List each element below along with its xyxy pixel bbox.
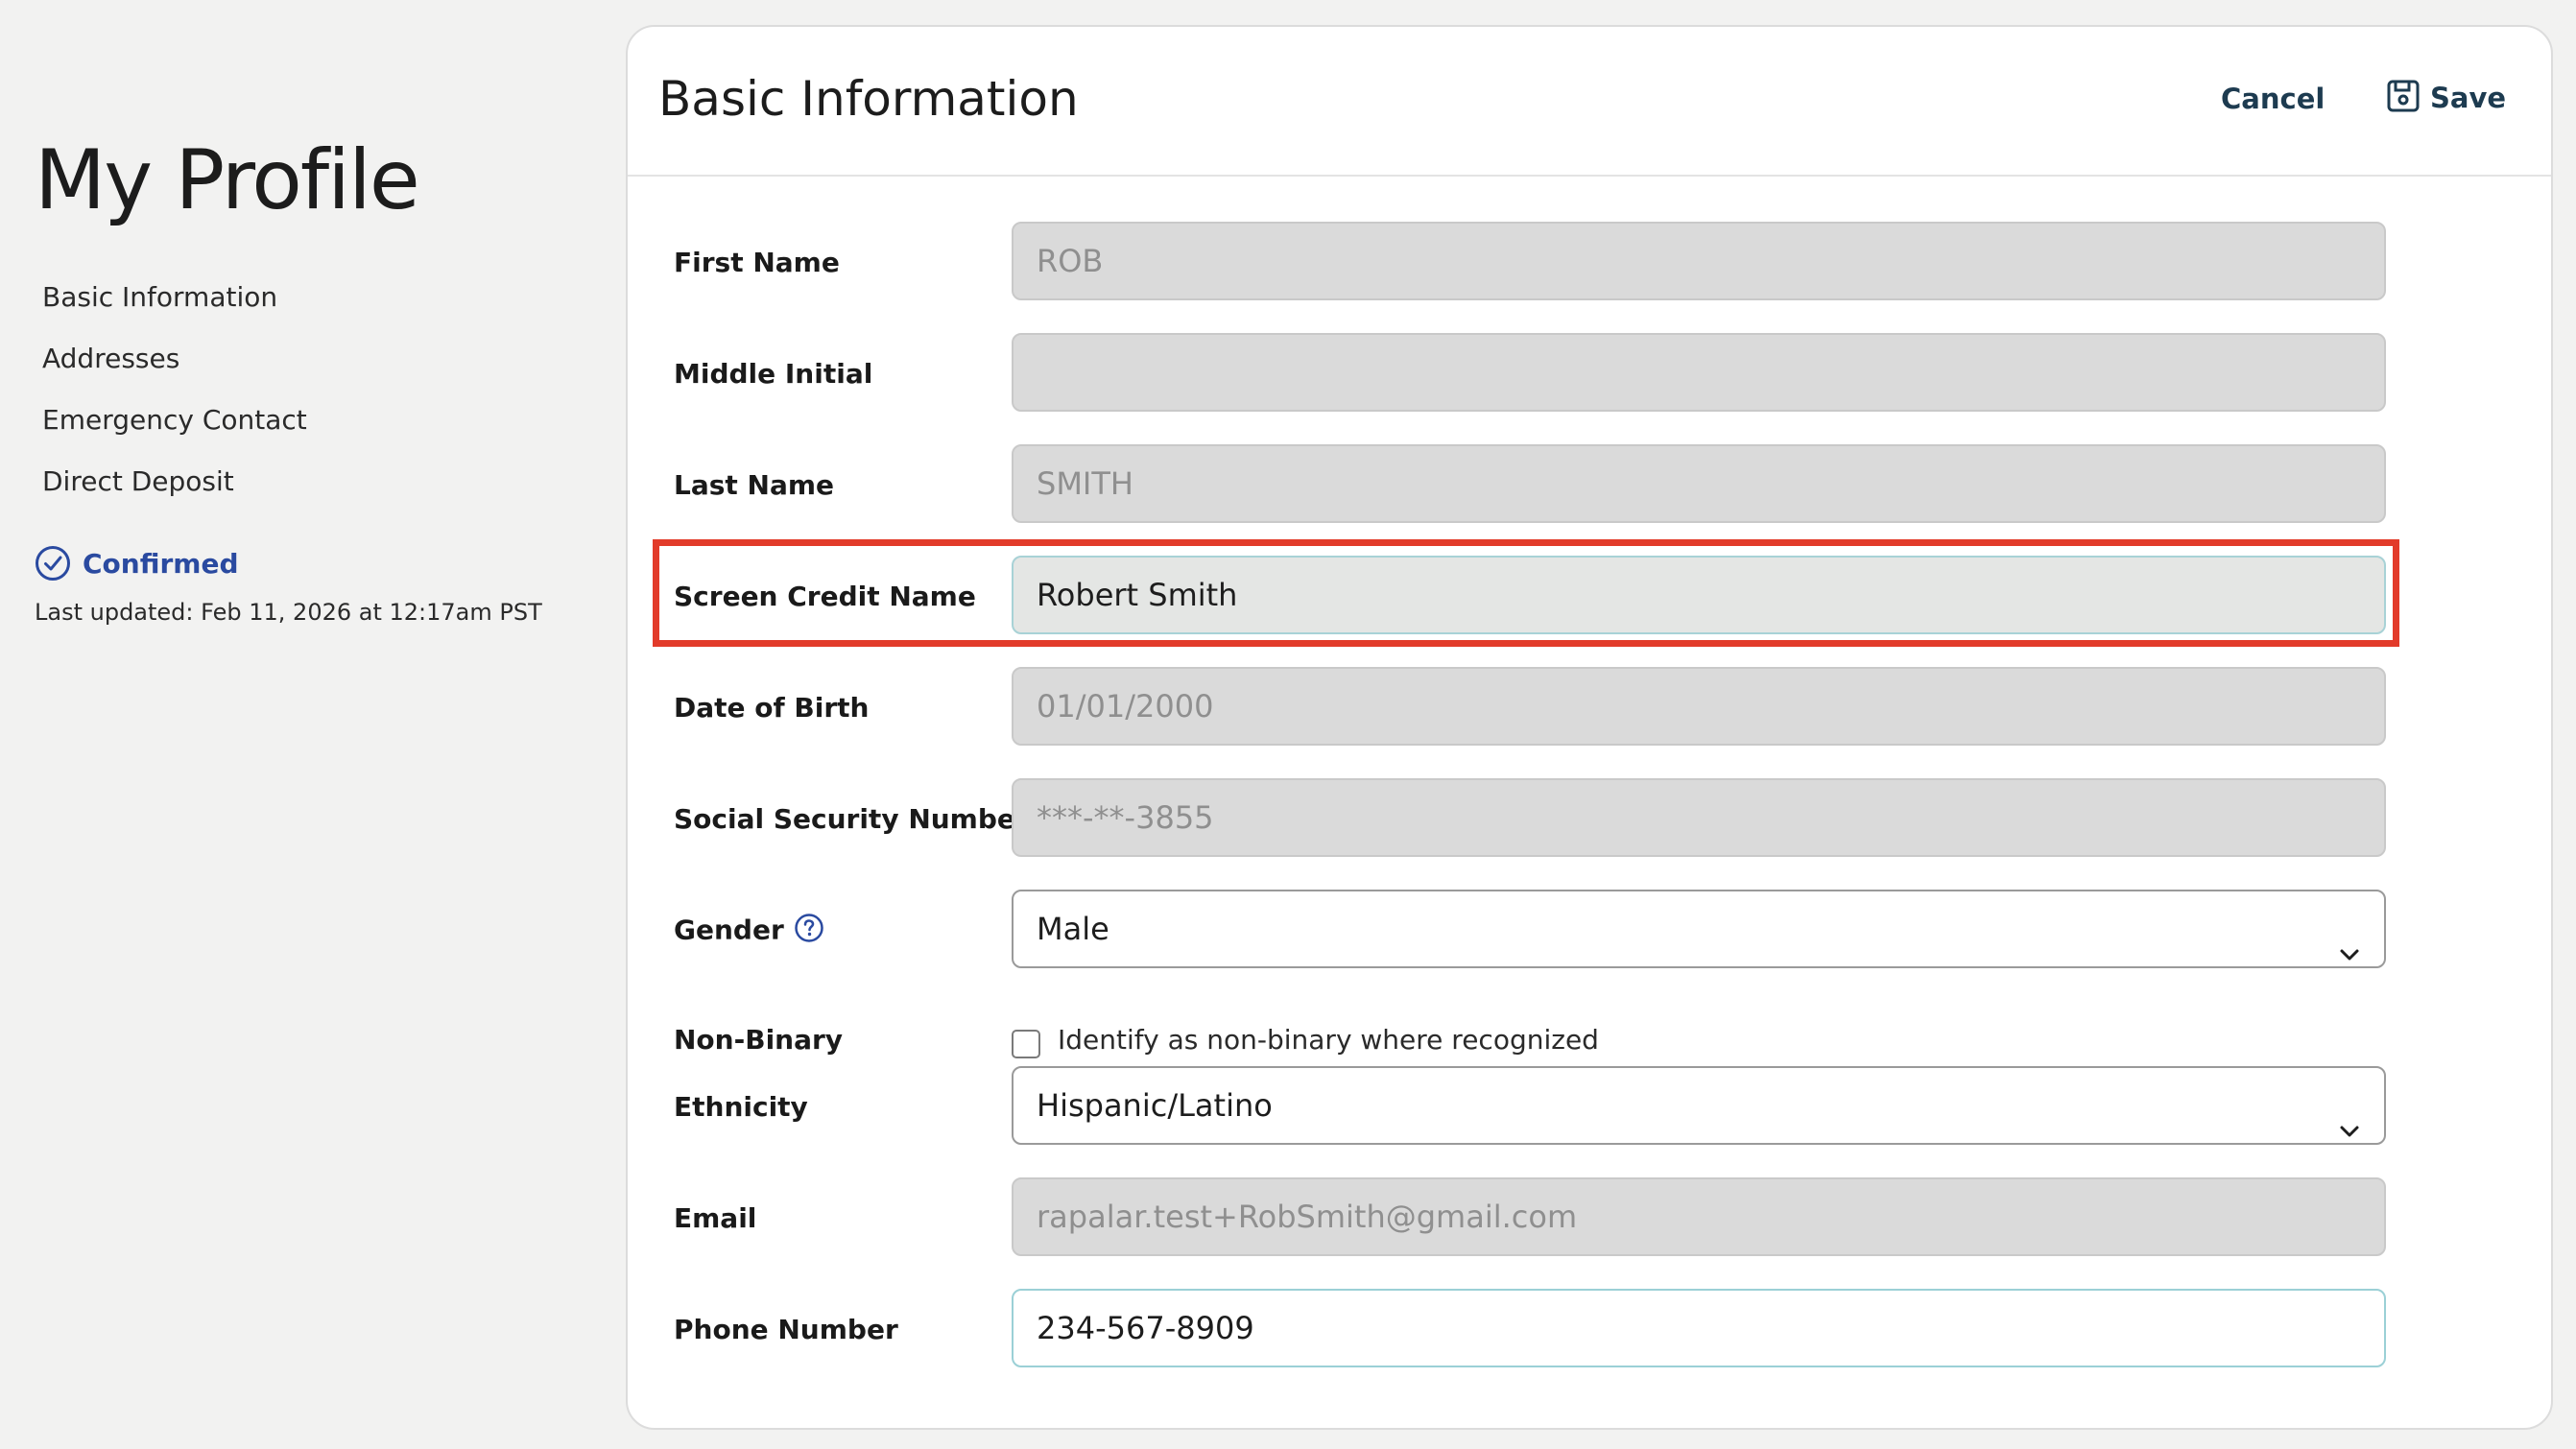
ssn-field: ***-**-3855 xyxy=(1012,778,2386,857)
last-name-field: SMITH xyxy=(1012,444,2386,523)
email-field: rapalar.test+RobSmith@gmail.com xyxy=(1012,1177,2386,1256)
screen-credit-name-input[interactable]: Robert Smith xyxy=(1012,556,2386,634)
date-of-birth-field: 01/01/2000 xyxy=(1012,667,2386,746)
non-binary-checkbox[interactable] xyxy=(1012,1030,1040,1058)
gender-selected-value: Male xyxy=(1037,911,1109,947)
date-of-birth-label: Date of Birth xyxy=(674,692,870,724)
card-title: Basic Information xyxy=(658,71,1079,127)
phone-number-input[interactable]: 234-567-8909 xyxy=(1012,1289,2386,1367)
nav-item-addresses[interactable]: Addresses xyxy=(42,328,307,390)
screen-credit-name-label: Screen Credit Name xyxy=(674,581,976,612)
nav-item-direct-deposit[interactable]: Direct Deposit xyxy=(42,451,307,512)
ethnicity-label: Ethnicity xyxy=(674,1091,808,1123)
page-title: My Profile xyxy=(35,132,420,228)
basic-information-card: Basic Information Cancel Save First Name… xyxy=(626,25,2553,1430)
gender-select[interactable]: Male xyxy=(1012,890,2386,968)
email-label: Email xyxy=(674,1202,757,1234)
chevron-down-icon xyxy=(2338,918,2361,993)
middle-initial-label: Middle Initial xyxy=(674,358,873,390)
non-binary-checkbox-label[interactable]: Identify as non-binary where recognized xyxy=(1058,1024,1599,1056)
check-circle-icon xyxy=(35,545,71,582)
ssn-label: Social Security Number xyxy=(674,803,1029,835)
sidebar-nav: Basic Information Addresses Emergency Co… xyxy=(42,267,307,512)
last-name-label: Last Name xyxy=(674,469,835,501)
nav-item-basic-information[interactable]: Basic Information xyxy=(42,267,307,328)
phone-number-label: Phone Number xyxy=(674,1314,898,1345)
confirmed-status: Confirmed xyxy=(35,545,239,582)
save-label: Save xyxy=(2430,81,2507,114)
nav-item-emergency-contact[interactable]: Emergency Contact xyxy=(42,390,307,451)
question-circle-icon[interactable] xyxy=(794,913,824,950)
gender-label-group: Gender xyxy=(674,913,824,950)
chevron-down-icon xyxy=(2338,1095,2361,1170)
ethnicity-select[interactable]: Hispanic/Latino xyxy=(1012,1066,2386,1145)
first-name-field: ROB xyxy=(1012,222,2386,300)
last-updated-text: Last updated: Feb 11, 2026 at 12:17am PS… xyxy=(35,599,542,626)
save-button[interactable]: Save xyxy=(2386,79,2506,116)
floppy-disk-icon xyxy=(2386,79,2421,116)
non-binary-label: Non-Binary xyxy=(674,1024,844,1056)
cancel-button[interactable]: Cancel xyxy=(2221,83,2325,115)
ethnicity-selected-value: Hispanic/Latino xyxy=(1037,1087,1273,1124)
card-header: Basic Information Cancel Save xyxy=(628,27,2551,177)
first-name-label: First Name xyxy=(674,247,840,278)
gender-label: Gender xyxy=(674,914,784,946)
status-label: Confirmed xyxy=(83,547,239,580)
middle-initial-field xyxy=(1012,333,2386,412)
